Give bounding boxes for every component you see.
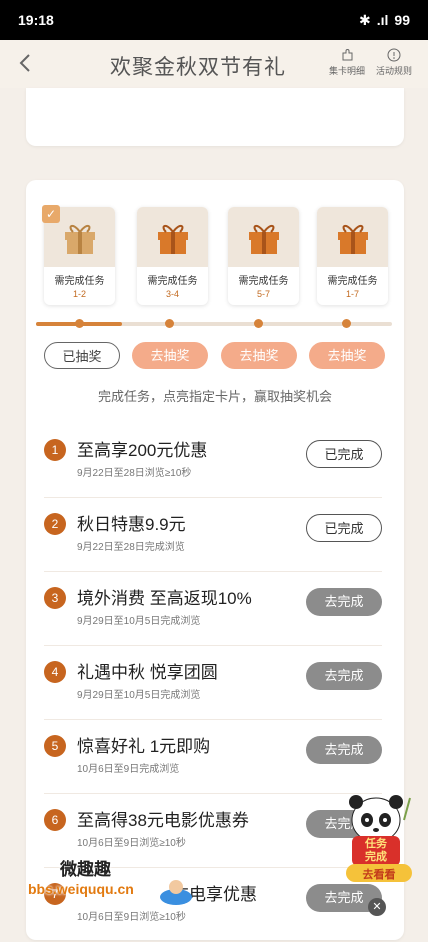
task-row: 2 秋日特惠9.9元 9月22日至28日完成浏览 已完成: [44, 498, 382, 572]
progress-track: [36, 319, 392, 328]
prize-range: 1-2: [72, 289, 86, 299]
task-date: 9月22日至28日浏览≥10秒: [77, 468, 192, 479]
task-date: 9月22日至28日完成浏览: [77, 542, 185, 553]
card-detail-button[interactable]: 集卡明细: [324, 48, 370, 77]
task-name: 至高享200元优惠: [77, 441, 208, 460]
signal-icon: .ıl: [376, 12, 389, 28]
draw-button[interactable]: 去抽奖: [132, 342, 208, 369]
task-row: 3 境外消费 至高返现10% 9月29日至10月5日完成浏览 去完成: [44, 572, 382, 646]
task-number: 4: [44, 661, 66, 683]
task-go-button[interactable]: 去完成: [306, 662, 382, 690]
task-date: 10月6日至9日浏览≥10秒: [77, 838, 186, 849]
prize-label: 需完成任务: [327, 276, 378, 287]
gift-icon: [337, 225, 368, 254]
rules-label: 活动规则: [375, 66, 412, 76]
page-title: 欢聚金秋双节有礼: [110, 56, 286, 79]
header: 欢聚金秋双节有礼 集卡明细 活动规则: [0, 40, 428, 88]
task-name: 惊喜好礼 1元即购: [77, 737, 211, 756]
gift-icon: [248, 225, 279, 254]
gift-icon: [64, 225, 95, 254]
draw-button-drawn[interactable]: 已抽奖: [44, 342, 120, 369]
status-icons: ✱ .ıl 99: [359, 12, 410, 29]
status-time: 19:18: [18, 12, 54, 28]
task-number: 3: [44, 587, 66, 609]
task-name: 秋日特惠9.9元: [77, 515, 186, 534]
swimring-icon: [160, 880, 192, 905]
mascot-line2: 完成: [365, 851, 387, 863]
prize-range: 5-7: [256, 289, 270, 299]
status-bar: 19:18 ✱ .ıl 99: [0, 0, 428, 40]
mascot-line1: 任务: [365, 838, 387, 850]
task-date: 9月29日至10月5日完成浏览: [77, 690, 201, 701]
task-go-button[interactable]: 去完成: [306, 588, 382, 616]
checked-icon: ✓: [42, 205, 60, 223]
task-date: 9月29日至10月5日完成浏览: [77, 616, 201, 627]
prize-label: 需完成任务: [54, 276, 105, 287]
card-detail-label: 集卡明细: [328, 66, 365, 76]
prize-box[interactable]: 需完成任务 5-7: [228, 207, 299, 305]
prize-label: 需完成任务: [238, 276, 289, 287]
task-row: 4 礼遇中秋 悦享团圆 9月29日至10月5日完成浏览 去完成: [44, 646, 382, 720]
top-card: [26, 88, 404, 146]
prize-box[interactable]: 需完成任务 1-7: [317, 207, 388, 305]
battery-level: 99: [394, 12, 410, 28]
task-number: 5: [44, 735, 66, 757]
watermark: 微趣趣 bbs.weiququ.cn: [0, 855, 200, 915]
task-name: 境外消费 至高返现10%: [77, 589, 252, 608]
bluetooth-icon: ✱: [359, 11, 371, 28]
task-done-button[interactable]: 已完成: [306, 514, 382, 542]
prize-range: 3-4: [165, 289, 179, 299]
progress-dot: [165, 319, 174, 328]
task-row: 1 至高享200元优惠 9月22日至28日浏览≥10秒 已完成: [44, 424, 382, 498]
task-name: 至高得38元电影优惠券: [77, 811, 249, 830]
mascot-button[interactable]: 去看看: [346, 866, 412, 882]
draw-hint: 完成任务，点亮指定卡片，赢取抽奖机会: [97, 389, 332, 404]
progress-dot: [342, 319, 351, 328]
watermark-url: bbs.weiququ.cn: [28, 881, 134, 897]
prize-range: 1-7: [345, 289, 359, 299]
task-number: 1: [44, 439, 66, 461]
back-icon[interactable]: [18, 50, 38, 81]
puzzle-icon: [342, 49, 353, 61]
task-number: 6: [44, 809, 66, 831]
task-date: 10月6日至9日完成浏览: [77, 764, 180, 775]
mascot-widget[interactable]: 任务 完成 去看看: [338, 790, 420, 886]
rules-button[interactable]: 活动规则: [371, 48, 417, 77]
draw-button[interactable]: 去抽奖: [309, 342, 385, 369]
prize-label: 需完成任务: [147, 276, 198, 287]
task-go-button[interactable]: 去完成: [306, 736, 382, 764]
progress-dot: [75, 319, 84, 328]
draw-button[interactable]: 去抽奖: [221, 342, 297, 369]
prize-box[interactable]: 需完成任务 3-4: [137, 207, 208, 305]
prize-row: ✓ 需完成任务 1-2 需完成任务 3-4 需完成任务 5-7 需完成任务 1-…: [42, 205, 394, 307]
watermark-title: 微趣趣: [60, 860, 111, 879]
gift-icon: [157, 225, 188, 254]
task-row: 5 惊喜好礼 1元即购 10月6日至9日完成浏览 去完成: [44, 720, 382, 794]
task-number: 2: [44, 513, 66, 535]
info-icon: [387, 48, 401, 62]
progress-dot: [254, 319, 263, 328]
task-name: 礼遇中秋 悦享团圆: [77, 663, 218, 682]
close-icon[interactable]: ✕: [368, 898, 386, 916]
task-done-button[interactable]: 已完成: [306, 440, 382, 468]
